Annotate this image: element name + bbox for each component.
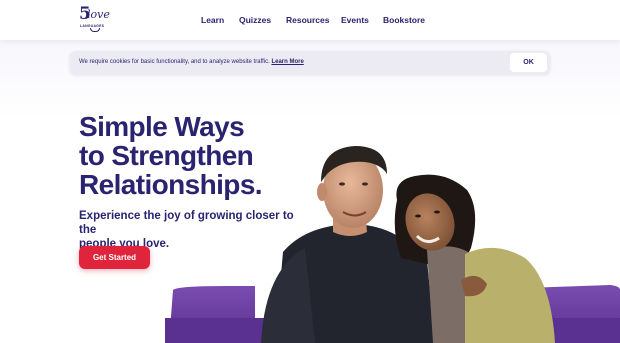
man-eye-left xyxy=(339,182,345,186)
site-header: 5 love LANGUAGES Learn Quizzes Resources… xyxy=(0,0,620,40)
nav-learn[interactable]: Learn xyxy=(201,14,224,26)
woman-eye-right xyxy=(434,210,440,214)
cookie-message: We require cookies for basic functionali… xyxy=(79,58,304,67)
nav-bookstore[interactable]: Bookstore xyxy=(383,14,425,26)
cookie-message-text: We require cookies for basic functionali… xyxy=(79,59,270,65)
cookie-banner: We require cookies for basic functionali… xyxy=(70,51,550,74)
learn-more-link[interactable]: Learn More xyxy=(271,59,303,65)
get-started-button[interactable]: Get Started xyxy=(79,246,150,269)
cookie-ok-button[interactable]: OK xyxy=(510,53,547,72)
nav-resources[interactable]: Resources xyxy=(286,14,329,26)
nav-events[interactable]: Events xyxy=(341,14,369,26)
man-eye-right xyxy=(362,182,368,186)
man-ear xyxy=(317,183,327,201)
hero-title-line-1: Simple Ways xyxy=(79,111,245,142)
woman-cardigan xyxy=(465,247,555,343)
main-nav: Learn Quizzes Resources Events Bookstore xyxy=(0,14,620,28)
nav-quizzes[interactable]: Quizzes xyxy=(239,14,271,26)
logo-heart-icon xyxy=(90,28,100,32)
hero-couple-photo xyxy=(165,146,620,343)
woman-eye-left xyxy=(415,214,421,218)
